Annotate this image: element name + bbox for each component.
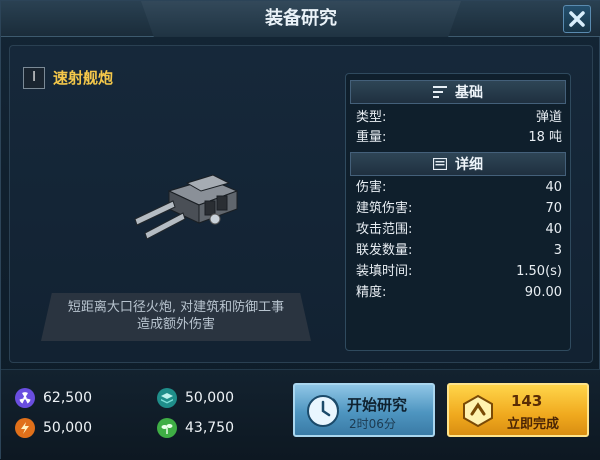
research-label: 开始研究 (347, 396, 408, 414)
gold-coin-icon (463, 394, 493, 428)
stat-row-building-damage: 建筑伤害: 70 (356, 199, 562, 219)
stat-value: 40 (545, 222, 562, 237)
stat-value: 1.50(s) (516, 264, 562, 279)
stat-value: 3 (553, 243, 562, 258)
stat-value: 40 (545, 180, 562, 195)
window-title: 装备研究 (265, 8, 337, 29)
resource-energy: 50,000 (15, 417, 92, 439)
stat-label: 类型: (356, 110, 387, 125)
resource-value: 50,000 (43, 420, 92, 436)
stat-label: 装填时间: (356, 264, 413, 279)
close-button[interactable] (563, 5, 591, 33)
description-line-1: 短距离大口径火炮, 对建筑和防御工事 (67, 300, 285, 315)
stat-row-burst: 联发数量: 3 (356, 241, 562, 261)
stat-label: 攻击范围: (356, 222, 413, 237)
stat-label: 建筑伤害: (356, 201, 413, 216)
stat-value: 70 (545, 201, 562, 216)
basics-header-label: 基础 (455, 85, 483, 101)
start-research-button[interactable]: 开始研究 2时06分 (293, 383, 435, 437)
details-header-label: 详细 (455, 157, 483, 173)
resource-value: 62,500 (43, 390, 92, 406)
resource-value: 50,000 (185, 390, 234, 406)
instant-label: 立即完成 (507, 417, 560, 432)
stat-value: 18 吨 (528, 130, 562, 145)
resource-plant: 43,750 (157, 417, 234, 439)
stat-row-accuracy: 精度: 90.00 (356, 283, 562, 303)
layers-icon (157, 388, 177, 408)
research-time: 2时06分 (349, 417, 396, 431)
list-icon (433, 86, 447, 98)
document-icon (433, 158, 447, 170)
energy-icon (15, 418, 35, 438)
radiation-icon (15, 388, 35, 408)
details-header: 详细 (350, 152, 566, 176)
instant-cost: 143 (511, 392, 543, 410)
stat-label: 联发数量: (356, 243, 413, 258)
stat-row-range: 攻击范围: 40 (356, 220, 562, 240)
basics-header: 基础 (350, 80, 566, 104)
stat-value: 90.00 (524, 285, 562, 300)
stat-row-type: 类型: 弹道 (356, 108, 562, 128)
stat-row-reload: 装填时间: 1.50(s) (356, 262, 562, 282)
description-line-2: 造成额外伤害 (136, 317, 215, 332)
stats-panel: 基础 类型: 弹道 重量: 18 吨 详细 伤害: 40 建筑伤害: 70 攻击… (345, 73, 571, 351)
description-box: 短距离大口径火炮, 对建筑和防御工事 造成额外伤害 (41, 293, 311, 341)
resource-radiation: 62,500 (15, 387, 92, 409)
weapon-name: 速射舰炮 (53, 69, 114, 87)
plant-icon (157, 418, 177, 438)
stat-value: 弹道 (535, 110, 562, 125)
resource-layers: 50,000 (157, 387, 234, 409)
title-bar: 装备研究 (1, 1, 600, 37)
tier-badge: I (23, 67, 45, 89)
stat-row-damage: 伤害: 40 (356, 178, 562, 198)
stat-label: 精度: (356, 285, 387, 300)
instant-complete-button[interactable]: 143 立即完成 (447, 383, 589, 437)
naval-gun-image (134, 174, 239, 240)
timer-icon (307, 395, 339, 427)
stat-label: 重量: (356, 130, 387, 145)
stat-row-weight: 重量: 18 吨 (356, 128, 562, 148)
research-window: 装备研究 I 速射舰炮 短距离大口径火炮, 对建筑和防御工事 造成额外伤害 基础… (0, 0, 600, 460)
resource-value: 43,750 (185, 420, 234, 436)
stat-label: 伤害: (356, 180, 387, 195)
close-icon (569, 11, 585, 27)
